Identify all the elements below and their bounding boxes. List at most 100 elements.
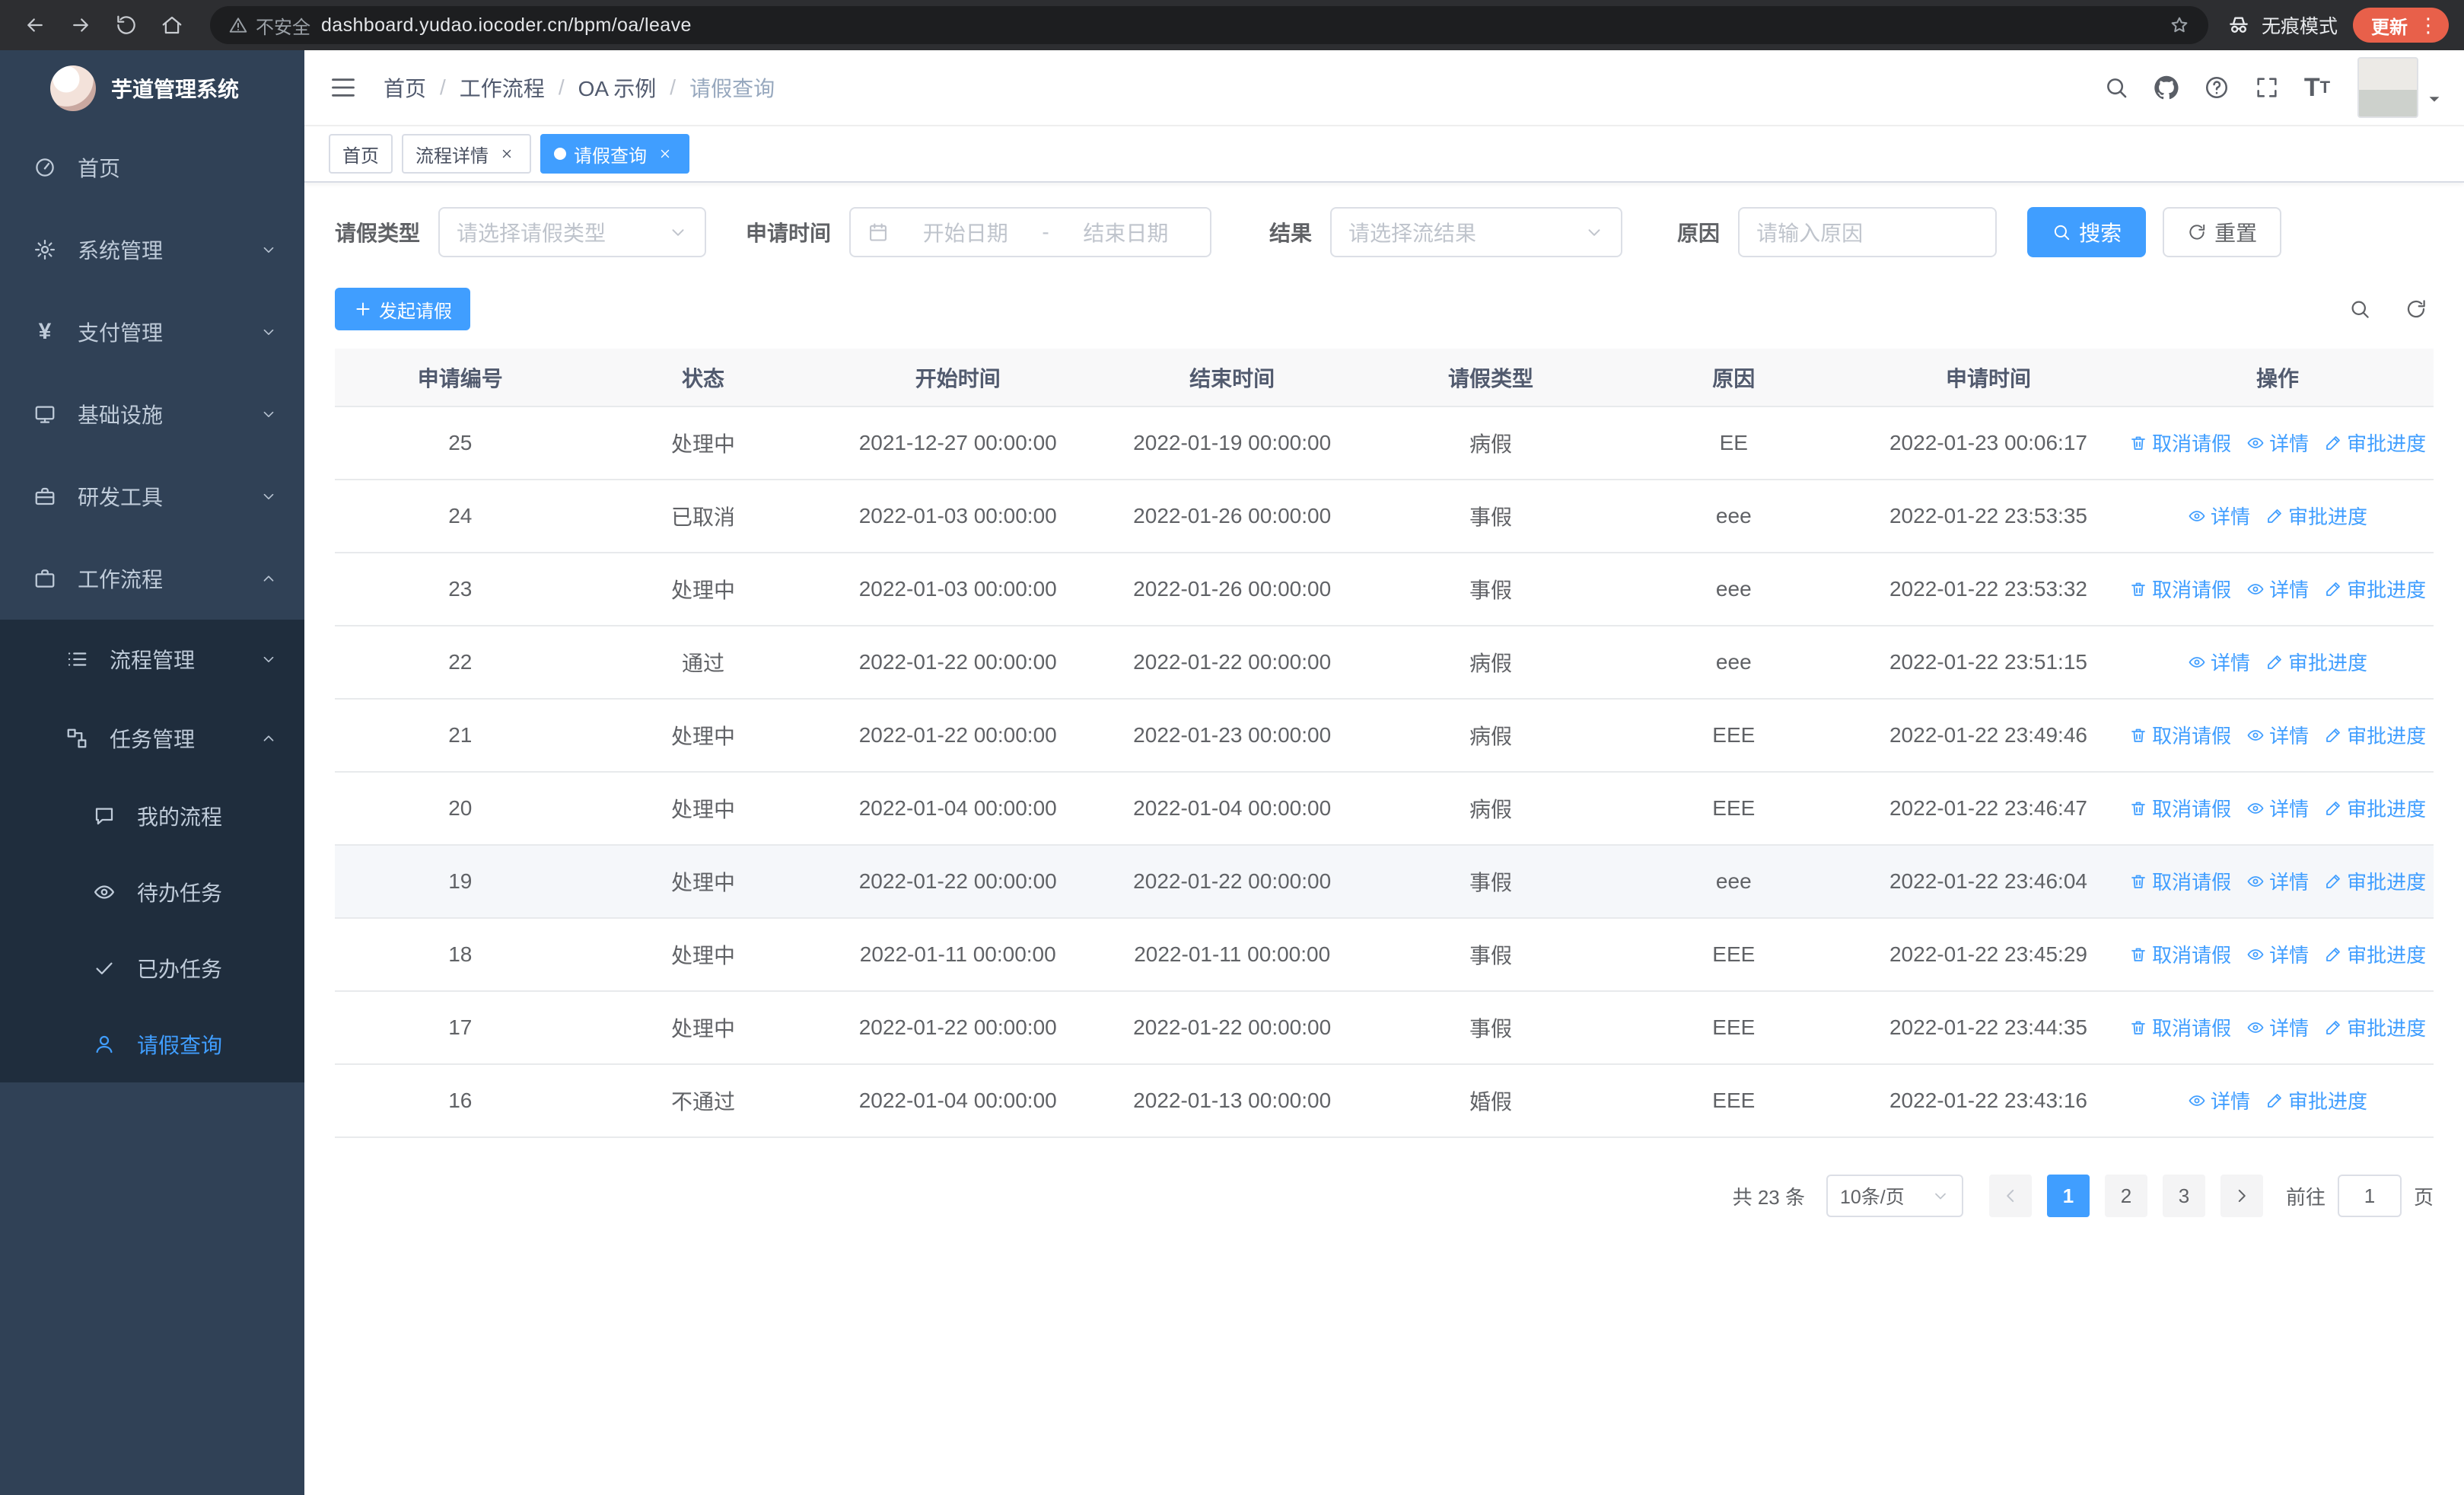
cancel-leave-link[interactable]: 取消请假 xyxy=(2129,940,2231,968)
approval-progress-link[interactable]: 审批进度 xyxy=(2324,721,2426,749)
approval-progress-link[interactable]: 审批进度 xyxy=(2324,429,2426,457)
search-button[interactable]: 搜索 xyxy=(2027,207,2147,257)
tag-close-icon[interactable] xyxy=(654,143,676,164)
breadcrumb-item[interactable]: 工作流程 xyxy=(460,72,545,103)
page-button-3[interactable]: 3 xyxy=(2162,1175,2205,1217)
table-row[interactable]: 24 已取消 2022-01-03 00:00:00 2022-01-26 00:00… xyxy=(335,480,2434,553)
back-button[interactable] xyxy=(15,5,55,45)
active-tag-dot xyxy=(554,148,566,160)
cancel-leave-link[interactable]: 取消请假 xyxy=(2129,794,2231,822)
sidebar-item-task-mgmt[interactable]: 任务管理 xyxy=(0,699,304,778)
reload-button[interactable] xyxy=(107,5,146,45)
leave-type-select[interactable]: 请选择请假类型 xyxy=(438,207,707,257)
approval-progress-link[interactable]: 审批进度 xyxy=(2324,1013,2426,1041)
page-size-select[interactable]: 10条/页 xyxy=(1826,1175,1963,1217)
table-row[interactable]: 18 处理中 2022-01-11 00:00:00 2022-01-11 00:00… xyxy=(335,918,2434,992)
sidebar-item-process-mgmt[interactable]: 流程管理 xyxy=(0,620,304,699)
address-bar[interactable]: 不安全 dashboard.yudao.iocoder.cn/bpm/oa/le… xyxy=(210,6,2208,44)
approval-progress-link[interactable]: 审批进度 xyxy=(2324,794,2426,822)
refresh-table-button[interactable] xyxy=(2405,298,2427,320)
cell-type: 事假 xyxy=(1369,845,1612,919)
header-search-button[interactable] xyxy=(2091,62,2141,113)
next-page-button[interactable] xyxy=(2220,1175,2263,1217)
approval-progress-link[interactable]: 审批进度 xyxy=(2324,575,2426,603)
create-leave-button[interactable]: 发起请假 xyxy=(335,288,470,330)
result-select[interactable]: 请选择流结果 xyxy=(1330,207,1623,257)
reason-input[interactable]: 请输入原因 xyxy=(1738,207,1998,257)
cancel-leave-link[interactable]: 取消请假 xyxy=(2129,429,2231,457)
approval-progress-link[interactable]: 审批进度 xyxy=(2265,648,2367,676)
cancel-leave-link[interactable]: 取消请假 xyxy=(2129,1013,2231,1041)
avatar-caret-down-icon[interactable] xyxy=(2426,91,2443,107)
user-avatar[interactable] xyxy=(2357,57,2418,118)
help-button[interactable] xyxy=(2192,62,2242,113)
update-button[interactable]: 更新 ⋮ xyxy=(2353,8,2449,43)
tag-close-icon[interactable] xyxy=(496,143,517,164)
sidebar-item-payment[interactable]: ¥ 支付管理 xyxy=(0,291,304,373)
browser-menu-dots-icon[interactable]: ⋮ xyxy=(2418,14,2438,37)
tag-流程详情[interactable]: 流程详情 xyxy=(402,134,531,174)
home-button[interactable] xyxy=(152,5,192,45)
table-row[interactable]: 19 处理中 2022-01-22 00:00:00 2022-01-22 00:00… xyxy=(335,845,2434,919)
toggle-search-button[interactable] xyxy=(2348,298,2371,320)
sidebar-item-system[interactable]: 系统管理 xyxy=(0,209,304,291)
breadcrumb-item[interactable]: 首页 xyxy=(384,72,426,103)
bookmark-star-icon[interactable] xyxy=(2169,14,2190,36)
sidebar-item-infra[interactable]: 基础设施 xyxy=(0,373,304,455)
cancel-leave-link[interactable]: 取消请假 xyxy=(2129,575,2231,603)
sidebar-item-workflow[interactable]: 工作流程 xyxy=(0,537,304,620)
approval-progress-link[interactable]: 审批进度 xyxy=(2265,502,2367,530)
breadcrumb-item[interactable]: OA 示例 xyxy=(578,72,657,103)
table-row[interactable]: 23 处理中 2022-01-03 00:00:00 2022-01-26 00:00… xyxy=(335,553,2434,626)
view-icon xyxy=(2246,872,2265,891)
apply-time-range-picker[interactable]: 开始日期 - 结束日期 xyxy=(849,207,1212,257)
detail-link[interactable]: 详情 xyxy=(2246,940,2309,968)
table-row[interactable]: 21 处理中 2022-01-22 00:00:00 2022-01-23 00:00… xyxy=(335,699,2434,773)
cell-start: 2022-01-22 00:00:00 xyxy=(820,845,1095,919)
approval-progress-link[interactable]: 审批进度 xyxy=(2265,1086,2367,1114)
sidebar-item-devtools[interactable]: 研发工具 xyxy=(0,455,304,537)
detail-link[interactable]: 详情 xyxy=(2246,794,2309,822)
tag-首页[interactable]: 首页 xyxy=(329,134,393,174)
sidebar-item-done-tasks[interactable]: 已办任务 xyxy=(0,930,304,1006)
sidebar-item-home[interactable]: 首页 xyxy=(0,126,304,209)
goto-page-input[interactable]: 1 xyxy=(2337,1175,2402,1217)
tag-请假查询[interactable]: 请假查询 xyxy=(540,134,689,174)
page-button-2[interactable]: 2 xyxy=(2104,1175,2147,1217)
cell-applied: 2022-01-22 23:53:32 xyxy=(1854,553,2122,626)
content: 请假类型 请选择请假类型 申请时间 开始日期 - 结束日期 结果 请选择流结果 … xyxy=(304,183,2464,1495)
detail-link[interactable]: 详情 xyxy=(2188,648,2250,676)
security-indicator[interactable]: 不安全 xyxy=(228,12,310,39)
fullscreen-button[interactable] xyxy=(2242,62,2292,113)
tags-view: 首页 流程详情 请假查询 xyxy=(304,126,2464,183)
approval-progress-link[interactable]: 审批进度 xyxy=(2324,867,2426,895)
cancel-leave-link[interactable]: 取消请假 xyxy=(2129,867,2231,895)
sidebar-collapse-button[interactable] xyxy=(329,73,358,102)
detail-link[interactable]: 详情 xyxy=(2246,429,2309,457)
detail-link[interactable]: 详情 xyxy=(2188,502,2250,530)
table-row[interactable]: 25 处理中 2021-12-27 00:00:00 2022-01-19 00:00… xyxy=(335,406,2434,480)
approval-progress-link[interactable]: 审批进度 xyxy=(2324,940,2426,968)
font-size-button[interactable]: TT xyxy=(2292,62,2342,113)
page-button-1[interactable]: 1 xyxy=(2046,1175,2090,1217)
connection-icon xyxy=(64,727,90,750)
detail-link[interactable]: 详情 xyxy=(2246,1013,2309,1041)
sidebar-item-todo-tasks[interactable]: 待办任务 xyxy=(0,854,304,930)
reset-button[interactable]: 重置 xyxy=(2163,207,2282,257)
table-row[interactable]: 20 处理中 2022-01-04 00:00:00 2022-01-04 00:00… xyxy=(335,772,2434,846)
table-row[interactable]: 17 处理中 2022-01-22 00:00:00 2022-01-22 00:00… xyxy=(335,991,2434,1065)
cancel-leave-link[interactable]: 取消请假 xyxy=(2129,721,2231,749)
github-link[interactable] xyxy=(2141,62,2192,113)
prev-page-button[interactable] xyxy=(1988,1175,2032,1217)
table-row[interactable]: 22 通过 2022-01-22 00:00:00 2022-01-22 00:00:… xyxy=(335,626,2434,700)
detail-link[interactable]: 详情 xyxy=(2246,721,2309,749)
detail-link[interactable]: 详情 xyxy=(2246,867,2309,895)
sidebar-item-leave-query[interactable]: 请假查询 xyxy=(0,1006,304,1082)
url-text: dashboard.yudao.iocoder.cn/bpm/oa/leave xyxy=(321,14,692,36)
forward-button[interactable] xyxy=(61,5,100,45)
column-header: 申请时间 xyxy=(1854,349,2122,407)
detail-link[interactable]: 详情 xyxy=(2188,1086,2250,1114)
table-row[interactable]: 16 不通过 2022-01-04 00:00:00 2022-01-13 00:00… xyxy=(335,1064,2434,1138)
sidebar-item-my-process[interactable]: 我的流程 xyxy=(0,778,304,854)
detail-link[interactable]: 详情 xyxy=(2246,575,2309,603)
